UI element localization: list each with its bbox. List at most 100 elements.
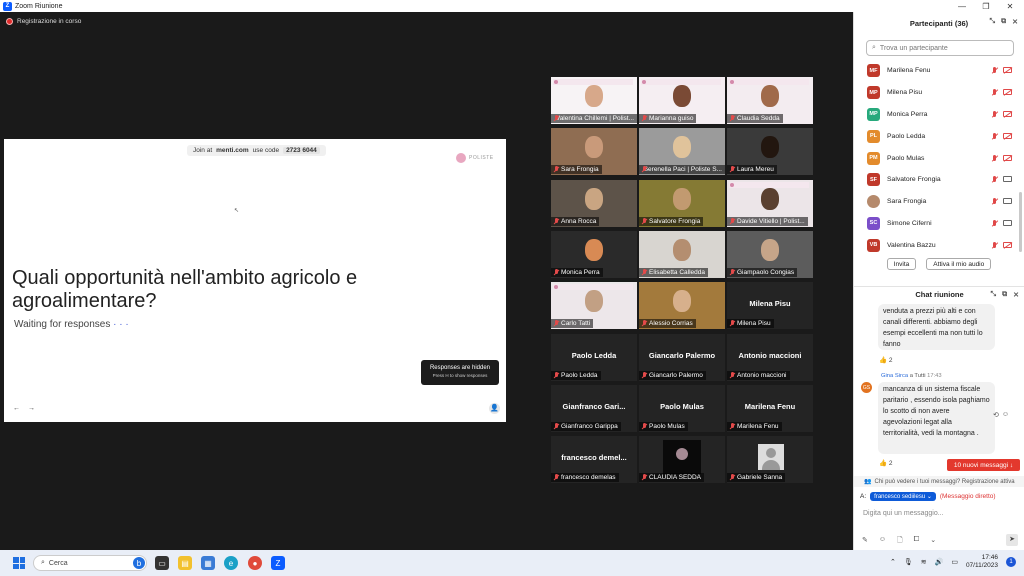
- video-tile[interactable]: Marianna guiso: [639, 77, 725, 124]
- close-panel-icon[interactable]: ✕: [1012, 18, 1018, 26]
- more-icon[interactable]: ⌄: [930, 536, 936, 547]
- chat-message-2[interactable]: mancanza di un sistema fiscale paritario…: [878, 382, 995, 454]
- chevron-up-icon[interactable]: ⌃: [890, 558, 896, 566]
- chat-input[interactable]: Digita qui un messaggio...: [863, 510, 944, 517]
- video-tile[interactable]: Claudia Sedda: [727, 77, 813, 124]
- participant-row[interactable]: PL Paolo Ledda: [854, 125, 1024, 147]
- video-tile[interactable]: Marilena Fenu Marilena Fenu: [727, 384, 813, 432]
- video-tile[interactable]: Salvatore Frongia: [639, 179, 725, 227]
- tile-name-label: Paolo Ledda: [551, 370, 601, 380]
- bing-icon[interactable]: b: [133, 557, 145, 569]
- participant-status-icons: [991, 154, 1012, 162]
- tile-name-label: Marianna guiso: [639, 114, 697, 123]
- participant-name: Valentina Bazzu: [887, 241, 936, 249]
- video-tile[interactable]: Anna Rocca: [551, 179, 637, 227]
- reply-icon[interactable]: ⟲: [993, 411, 999, 419]
- video-tile[interactable]: Serenella Paci | Poliste S...: [639, 128, 725, 176]
- notification-badge[interactable]: 1: [1006, 557, 1016, 567]
- participant-row[interactable]: MP Milena Pisu: [854, 82, 1024, 104]
- emoji-icon[interactable]: ☺: [1002, 411, 1009, 419]
- battery-icon[interactable]: ▭: [951, 558, 958, 566]
- maximize-button[interactable]: ❐: [974, 2, 998, 11]
- zoom-taskbar-icon[interactable]: Z: [271, 556, 285, 570]
- camera-icon: [1003, 176, 1012, 183]
- chat-message-1[interactable]: venduta a prezzi più alti e con canali d…: [878, 304, 995, 350]
- muted-mic-icon: [991, 89, 998, 96]
- participants-title: Partecipanti (36): [909, 18, 969, 28]
- emoji-picker-icon[interactable]: ☺: [879, 536, 886, 547]
- file-explorer-icon[interactable]: ▤: [178, 556, 192, 570]
- participant-row[interactable]: MP Monica Perra: [854, 104, 1024, 126]
- video-tile[interactable]: Laura Mereu: [727, 128, 813, 176]
- responses-hidden-box: Responses are hidden Press H to show res…: [421, 360, 499, 385]
- video-tile[interactable]: Elisabetta Calledda: [639, 230, 725, 278]
- poll-question: Quali opportunità nell'ambito agricolo e…: [12, 267, 358, 312]
- microphone-icon[interactable]: 🎙: [904, 558, 913, 566]
- new-messages-button[interactable]: 10 nuovi messaggi ↓: [947, 459, 1020, 471]
- collapse-icon[interactable]: ⤡: [990, 18, 996, 26]
- chat-visibility-notice[interactable]: 👥 Chi può vedere i tuoi messaggi? Regist…: [854, 476, 1024, 487]
- chat-reaction-2[interactable]: 👍 2: [879, 459, 893, 467]
- task-view-icon[interactable]: ▭: [155, 556, 169, 570]
- video-tile[interactable]: Gabriele Sanna: [727, 436, 813, 484]
- participant-row[interactable]: SC Simone Ciferni: [854, 213, 1024, 235]
- unmute-me-button[interactable]: Attiva il mio audio: [926, 258, 992, 271]
- video-tile[interactable]: Paolo Mulas Paolo Mulas: [639, 384, 725, 432]
- video-tile[interactable]: Valentina Chillemi | Polist...: [551, 77, 637, 124]
- participant-scrollbar[interactable]: [1019, 192, 1022, 252]
- video-tile[interactable]: Milena Pisu Milena Pisu: [727, 282, 813, 330]
- pop-out-icon[interactable]: ⧉: [1001, 18, 1006, 26]
- poliste-logo: POLISTE: [456, 151, 498, 165]
- tile-display-name: Antonio maccioni: [738, 350, 802, 360]
- clock[interactable]: 17:46 07/11/2023: [966, 554, 998, 570]
- chat-reaction-1[interactable]: 👍 2: [879, 356, 893, 364]
- recipient-dropdown[interactable]: francesco sediilesu ⌄: [870, 492, 936, 501]
- camera-off-icon: [1003, 132, 1012, 139]
- minimize-button[interactable]: —: [950, 2, 974, 11]
- join-bar: Join at menti.com use code 2723 6044: [187, 145, 326, 156]
- video-tile[interactable]: Antonio maccioni Antonio maccioni: [727, 333, 813, 381]
- video-tile[interactable]: CLAUDIA SEDDA: [639, 436, 725, 484]
- video-tile[interactable]: Carlo Tatti: [551, 282, 637, 330]
- participants-header: Partecipanti (36) ⤡ ⧉ ✕: [854, 12, 1024, 34]
- store-icon[interactable]: ▦: [201, 556, 215, 570]
- participant-row[interactable]: PM Paolo Mulas: [854, 147, 1024, 169]
- video-tile[interactable]: Giancarlo Palermo Giancarlo Palermo: [639, 333, 725, 381]
- chat-close-icon[interactable]: ✕: [1013, 291, 1019, 299]
- participant-search-input[interactable]: ⌕ Trova un partecipante: [866, 40, 1014, 56]
- recording-indicator[interactable]: Registrazione in corso: [6, 18, 81, 25]
- video-tile[interactable]: Alessio Corrias: [639, 282, 725, 330]
- send-button[interactable]: ➤: [1006, 534, 1018, 546]
- participant-row[interactable]: VB Valentina Bazzu: [854, 234, 1024, 256]
- taskbar-search[interactable]: ⌕ Cerca: [33, 555, 147, 571]
- windows-start-icon[interactable]: [13, 557, 25, 569]
- video-tile[interactable]: Monica Perra: [551, 230, 637, 278]
- format-icon[interactable]: ✎: [862, 536, 868, 547]
- video-tile[interactable]: Sara Frongia: [551, 128, 637, 176]
- video-tile[interactable]: Paolo Ledda Paolo Ledda: [551, 333, 637, 381]
- participant-row[interactable]: Sara Frongia: [854, 191, 1024, 213]
- person-icon[interactable]: 👤: [489, 403, 500, 414]
- chat-pop-out-icon[interactable]: ⧉: [1002, 291, 1007, 299]
- invite-button[interactable]: Invita: [886, 258, 917, 271]
- video-tile[interactable]: Giampaolo Congias: [727, 230, 813, 278]
- participant-figure: [585, 187, 603, 210]
- video-tile[interactable]: francesco demel... francesco demelas: [551, 436, 637, 484]
- wifi-icon[interactable]: ≋: [921, 558, 927, 566]
- tile-display-name: Gianfranco Gari...: [562, 401, 626, 411]
- prev-arrow-icon[interactable]: ←: [13, 405, 20, 412]
- chat-collapse-icon[interactable]: ⤡: [991, 291, 997, 299]
- file-icon[interactable]: 🗋: [897, 536, 903, 547]
- edge-icon[interactable]: e: [224, 556, 238, 570]
- camera-icon: [1003, 219, 1012, 226]
- chrome-icon[interactable]: ●: [248, 556, 262, 570]
- video-tile[interactable]: Davide Vitiello | Polist...: [727, 179, 813, 227]
- window-controls: — ❐ ✕: [950, 0, 1022, 12]
- close-window-button[interactable]: ✕: [998, 2, 1022, 11]
- volume-icon[interactable]: 🔊: [935, 558, 944, 566]
- participant-row[interactable]: SF Salvatore Frongia: [854, 169, 1024, 191]
- next-arrow-icon[interactable]: →: [28, 405, 35, 412]
- video-tile[interactable]: Gianfranco Gari... Gianfranco Garippa: [551, 384, 637, 432]
- participant-row[interactable]: MF Marilena Fenu: [854, 60, 1024, 82]
- screenshot-icon[interactable]: ⧠: [914, 536, 920, 547]
